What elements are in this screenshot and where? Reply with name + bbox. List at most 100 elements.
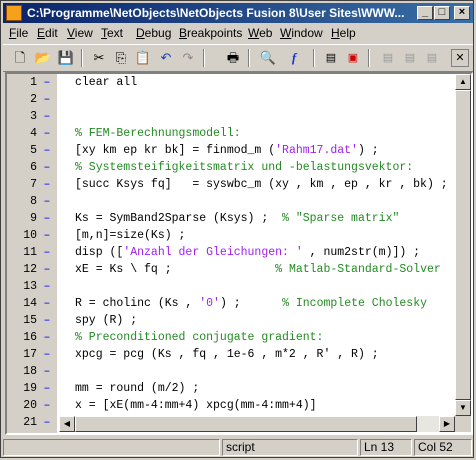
menu-edit[interactable]: Edit [37, 26, 58, 40]
vertical-scrollbar[interactable]: ▲ ▼ [455, 74, 471, 416]
breakpoint-marker[interactable]: – [43, 159, 51, 176]
breakpoint-marker[interactable]: – [43, 397, 51, 414]
menu-label-rest: elp [339, 26, 356, 40]
breakpoint-marker[interactable]: – [43, 363, 51, 380]
code-line[interactable]: mm = round (m/2) ; [75, 380, 199, 397]
editor-window: C:\Programme\NetObjects\NetObjects Fusio… [0, 0, 474, 458]
code-line[interactable]: [succ Ksys fq] = syswbc_m (xy , km , ep … [75, 176, 448, 193]
breakpoint-marker[interactable]: – [43, 278, 51, 295]
code-line[interactable]: disp (['Anzahl der Gleichungen: ' , num2… [75, 244, 420, 261]
code-line[interactable]: spy (R) ; [75, 312, 137, 329]
step-in-icon[interactable]: ▤ [379, 49, 397, 67]
redo-icon[interactable]: ↷ [179, 49, 197, 67]
menu-accelerator: D [136, 26, 145, 40]
breakpoint-marker[interactable]: – [43, 74, 51, 91]
title-bar[interactable]: C:\Programme\NetObjects\NetObjects Fusio… [3, 3, 473, 23]
menu-label-rest: dit [45, 26, 58, 40]
menu-window[interactable]: Window [280, 26, 323, 40]
menu-debug[interactable]: Debug [136, 26, 171, 40]
code-line[interactable]: % FEM-Berechnungsmodell: [75, 125, 241, 142]
menu-accelerator: W [248, 26, 260, 40]
breakpoint-marker[interactable]: – [43, 227, 51, 244]
breakpoint-marker[interactable]: – [43, 108, 51, 125]
matlab-icon [6, 5, 22, 21]
code-line[interactable]: xE = Ks \ fq ; % Matlab-Standard-Solver [75, 261, 441, 278]
breakpoint-marker[interactable]: – [43, 261, 51, 278]
breakpoint-marker[interactable]: – [43, 295, 51, 312]
line-number: 9 [30, 212, 37, 225]
line-number: 2 [30, 93, 37, 106]
set-breakpoint-icon[interactable]: ▤ [322, 49, 340, 67]
code-token: R = cholinc (Ks , [75, 297, 200, 310]
copy-icon[interactable]: ⎘ [112, 49, 130, 67]
breakpoint-marker[interactable]: – [43, 142, 51, 159]
find-icon[interactable]: 🔍 [259, 49, 277, 67]
code-token: 'Rahm17.dat' [275, 144, 358, 157]
paste-icon[interactable]: 📋 [134, 49, 152, 67]
horizontal-scrollbar[interactable]: ◀ ▶ [59, 416, 455, 432]
code-line[interactable]: xpcg = pcg (Ks , fq , 1e-6 , m*2 , R' , … [75, 346, 379, 363]
status-bar: script Ln 13 Col 52 [3, 437, 473, 457]
breakpoint-marker[interactable]: – [43, 210, 51, 227]
breakpoint-marker[interactable]: – [43, 414, 51, 431]
function-icon[interactable]: f [285, 49, 303, 67]
line-number: 3 [30, 110, 37, 123]
code-line[interactable]: [xy km ep kr bk] = finmod_m ('Rahm17.dat… [75, 142, 379, 159]
line-number: 6 [30, 161, 37, 174]
minimize-button[interactable]: _ [417, 6, 433, 20]
vertical-scroll-thumb[interactable] [455, 90, 471, 400]
cut-icon[interactable]: ✂ [90, 49, 108, 67]
code-token: ) ; [219, 297, 283, 310]
code-line[interactable]: x = [xE(mm-4:mm+4) xpcg(mm-4:mm+4)] [75, 397, 317, 414]
code-line[interactable]: [m,n]=size(Ks) ; [75, 227, 185, 244]
breakpoint-marker[interactable]: – [43, 91, 51, 108]
breakpoint-marker[interactable]: – [43, 380, 51, 397]
code-token: % "Sparse matrix" [282, 212, 400, 225]
undo-icon[interactable]: ↶ [157, 49, 175, 67]
menu-accelerator: W [280, 26, 292, 40]
close-icon: × [458, 6, 466, 18]
breakpoint-marker[interactable]: – [43, 312, 51, 329]
menu-text[interactable]: Text [101, 26, 123, 40]
save-icon[interactable]: 💾 [57, 49, 75, 67]
menu-view[interactable]: View [67, 26, 93, 40]
window-title: C:\Programme\NetObjects\NetObjects Fusio… [27, 6, 405, 20]
breakpoint-marker[interactable]: – [43, 193, 51, 210]
close-button[interactable]: × [454, 6, 470, 20]
breakpoint-marker[interactable]: – [43, 125, 51, 142]
scroll-up-icon[interactable]: ▲ [455, 74, 471, 90]
menu-web[interactable]: Web [248, 26, 272, 40]
scroll-left-icon[interactable]: ◀ [59, 416, 75, 432]
toolbar: 🗋 📂 💾 ✂ ⎘ 📋 ↶ ↷ 🖶 🔍 f ▤ ▣ ▤ ▤ ▤ ✕ [3, 44, 473, 72]
open-file-icon[interactable]: 📂 [34, 49, 52, 67]
new-file-icon[interactable]: 🗋 [11, 49, 29, 67]
horizontal-scroll-thumb[interactable] [75, 416, 417, 432]
maximize-button[interactable]: □ [434, 6, 450, 20]
menu-breakpoints[interactable]: Breakpoints [179, 26, 242, 40]
breakpoint-marker[interactable]: – [43, 244, 51, 261]
code-line[interactable]: R = cholinc (Ks , '0') ; % Incomplete Ch… [75, 295, 427, 312]
code-token: xpcg = pcg (Ks , fq , 1e-6 , m*2 , R' , … [75, 348, 379, 361]
code-line[interactable]: Ks = SymBand2Sparse (Ksys) ; % "Sparse m… [75, 210, 399, 227]
scroll-right-icon[interactable]: ▶ [439, 416, 455, 432]
breakpoint-marker[interactable]: – [43, 176, 51, 193]
breakpoint-marker[interactable]: – [43, 346, 51, 363]
line-number: 10 [23, 229, 37, 242]
continue-icon[interactable]: ▤ [423, 49, 441, 67]
code-line[interactable]: % Systemsteifigkeitsmatrix und -belastun… [75, 159, 413, 176]
clear-breakpoints-icon[interactable]: ▣ [344, 49, 362, 67]
print-icon[interactable]: 🖶 [224, 49, 242, 67]
step-out-icon[interactable]: ▤ [401, 49, 419, 67]
code-line[interactable]: clear all [75, 74, 137, 91]
code-token: xE = Ks \ fq ; [75, 263, 276, 276]
code-line[interactable]: % Preconditioned conjugate gradient: [75, 329, 323, 346]
close-doc-icon[interactable]: ✕ [451, 49, 469, 67]
menu-help[interactable]: Help [331, 26, 356, 40]
scroll-down-icon[interactable]: ▼ [455, 400, 471, 416]
breakpoint-marker[interactable]: – [43, 329, 51, 346]
code-editor[interactable]: 1–2–3–4–5–6–7–8–9–10–11–12–13–14–15–16–1… [5, 72, 473, 435]
code-area[interactable]: clear all % FEM-Berechnungsmodell: [xy km … [59, 74, 457, 416]
code-token: '0' [199, 297, 220, 310]
line-number: 18 [23, 365, 37, 378]
menu-file[interactable]: File [9, 26, 28, 40]
